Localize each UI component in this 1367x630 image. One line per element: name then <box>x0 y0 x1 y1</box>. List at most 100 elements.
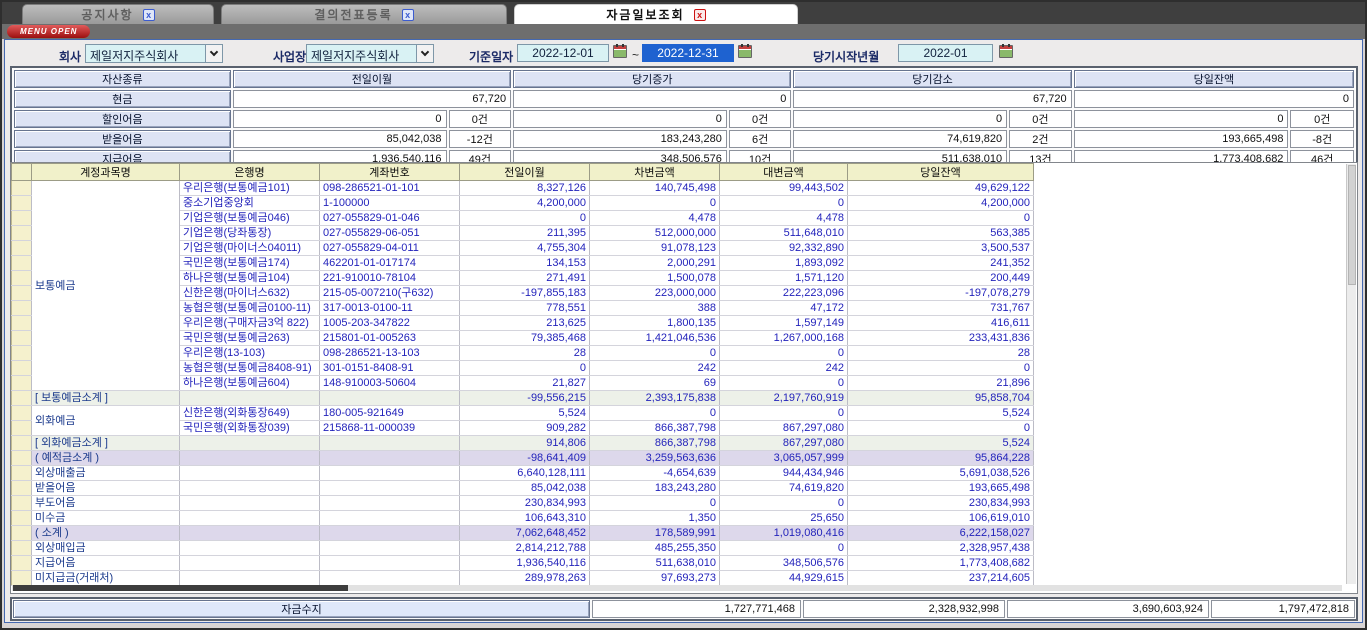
amount-cell[interactable]: 512,000,000 <box>590 226 720 241</box>
amount-cell[interactable]: -99,556,215 <box>460 391 590 406</box>
row-selector[interactable] <box>12 226 32 241</box>
close-icon[interactable]: x <box>402 9 414 21</box>
amount-cell[interactable]: 2,000,291 <box>590 256 720 271</box>
amount-cell[interactable]: -197,855,183 <box>460 286 590 301</box>
grid-row[interactable]: 받을어음85,042,038183,243,28074,619,820193,6… <box>12 481 1034 496</box>
amount-cell[interactable]: 0 <box>590 496 720 511</box>
amount-cell[interactable]: 909,282 <box>460 421 590 436</box>
amount-cell[interactable]: 416,611 <box>848 316 1034 331</box>
row-selector[interactable] <box>12 481 32 496</box>
row-selector[interactable] <box>12 241 32 256</box>
account-number[interactable]: 462201-01-017174 <box>320 256 460 271</box>
grid-row[interactable]: 외상매입금2,814,212,788485,255,35002,328,957,… <box>12 541 1034 556</box>
amount-cell[interactable]: 0 <box>590 196 720 211</box>
bank-name[interactable]: 기업은행(마이너스04011) <box>180 241 320 256</box>
grid-row[interactable]: 외화예금신한은행(외화통장649)180-005-9216495,524005,… <box>12 406 1034 421</box>
amount-cell[interactable]: 0 <box>590 346 720 361</box>
amount-cell[interactable]: 79,385,468 <box>460 331 590 346</box>
bank-name[interactable]: 중소기업중앙회 <box>180 196 320 211</box>
amount-cell[interactable]: 106,643,310 <box>460 511 590 526</box>
grid-row[interactable]: ( 예적금소계 )-98,641,4093,259,563,6363,065,0… <box>12 451 1034 466</box>
amount-cell[interactable]: 0 <box>590 406 720 421</box>
base-date-from-input[interactable]: 2022-12-01 <box>517 44 609 62</box>
bank-name[interactable]: 농협은행(보통예금8408-91) <box>180 361 320 376</box>
account-number[interactable]: 215868-11-000039 <box>320 421 460 436</box>
amount-cell[interactable]: 511,638,010 <box>590 556 720 571</box>
account-number[interactable]: 221-910010-78104 <box>320 271 460 286</box>
row-selector[interactable] <box>12 361 32 376</box>
amount-cell[interactable]: 241,352 <box>848 256 1034 271</box>
bank-name[interactable]: 하나은행(보통예금604) <box>180 376 320 391</box>
account-number[interactable]: 148-910003-50604 <box>320 376 460 391</box>
account-number[interactable]: 301-0151-8408-91 <box>320 361 460 376</box>
amount-cell[interactable]: 0 <box>460 361 590 376</box>
amount-cell[interactable]: 0 <box>848 211 1034 226</box>
amount-cell[interactable]: 6,222,158,027 <box>848 526 1034 541</box>
amount-cell[interactable]: 85,042,038 <box>460 481 590 496</box>
amount-cell[interactable]: 3,500,537 <box>848 241 1034 256</box>
amount-cell[interactable]: 25,650 <box>720 511 848 526</box>
site-select[interactable]: 제일저지주식회사 <box>306 44 434 63</box>
row-selector[interactable] <box>12 316 32 331</box>
amount-cell[interactable]: 4,478 <box>590 211 720 226</box>
grid-row[interactable]: ( 소계 )7,062,648,452178,589,9911,019,080,… <box>12 526 1034 541</box>
row-selector[interactable] <box>12 436 32 451</box>
bank-name[interactable]: 우리은행(보통예금101) <box>180 181 320 196</box>
amount-cell[interactable]: 3,259,563,636 <box>590 451 720 466</box>
amount-cell[interactable]: 134,153 <box>460 256 590 271</box>
amount-cell[interactable]: 49,629,122 <box>848 181 1034 196</box>
amount-cell[interactable]: 1,019,080,416 <box>720 526 848 541</box>
amount-cell[interactable]: 223,000,000 <box>590 286 720 301</box>
amount-cell[interactable]: 140,745,498 <box>590 181 720 196</box>
account-number[interactable]: 027-055829-06-051 <box>320 226 460 241</box>
amount-cell[interactable]: 4,755,304 <box>460 241 590 256</box>
amount-cell[interactable]: 7,062,648,452 <box>460 526 590 541</box>
amount-cell[interactable]: 0 <box>720 346 848 361</box>
grid-row[interactable]: [ 외화예금소계 ]914,806866,387,798867,297,0805… <box>12 436 1034 451</box>
amount-cell[interactable]: 8,327,126 <box>460 181 590 196</box>
amount-cell[interactable]: 0 <box>720 496 848 511</box>
bank-name[interactable]: 신한은행(마이너스632) <box>180 286 320 301</box>
amount-cell[interactable]: 348,506,576 <box>720 556 848 571</box>
amount-cell[interactable]: 1,936,540,116 <box>460 556 590 571</box>
row-selector[interactable] <box>12 331 32 346</box>
amount-cell[interactable]: 5,524 <box>848 436 1034 451</box>
amount-cell[interactable]: 91,078,123 <box>590 241 720 256</box>
amount-cell[interactable]: 21,827 <box>460 376 590 391</box>
amount-cell[interactable]: 242 <box>590 361 720 376</box>
amount-cell[interactable]: 1,421,046,536 <box>590 331 720 346</box>
base-date-to-input[interactable]: 2022-12-31 <box>642 44 734 62</box>
amount-cell[interactable]: 237,214,605 <box>848 571 1034 586</box>
amount-cell[interactable]: 0 <box>720 376 848 391</box>
tab-active[interactable]: 자금일보조회x <box>514 4 798 24</box>
horizontal-scrollbar[interactable] <box>12 585 1342 591</box>
amount-cell[interactable]: 28 <box>460 346 590 361</box>
amount-cell[interactable]: 222,223,096 <box>720 286 848 301</box>
amount-cell[interactable]: 4,200,000 <box>848 196 1034 211</box>
amount-cell[interactable]: 5,524 <box>848 406 1034 421</box>
amount-cell[interactable]: 2,814,212,788 <box>460 541 590 556</box>
amount-cell[interactable]: 2,393,175,838 <box>590 391 720 406</box>
amount-cell[interactable]: 47,172 <box>720 301 848 316</box>
amount-cell[interactable]: 99,443,502 <box>720 181 848 196</box>
grid-row[interactable]: 지급어음1,936,540,116511,638,010348,506,5761… <box>12 556 1034 571</box>
amount-cell[interactable]: 0 <box>848 421 1034 436</box>
row-selector[interactable] <box>12 511 32 526</box>
row-selector[interactable] <box>12 406 32 421</box>
amount-cell[interactable]: 944,434,946 <box>720 466 848 481</box>
amount-cell[interactable]: 200,449 <box>848 271 1034 286</box>
grid-row[interactable]: 미지급금(거래처)289,978,26397,693,27344,929,615… <box>12 571 1034 586</box>
amount-cell[interactable]: 106,619,010 <box>848 511 1034 526</box>
grid-row[interactable]: 미수금106,643,3101,35025,650106,619,010 <box>12 511 1034 526</box>
tab-item[interactable]: 결의전표등록x <box>221 4 507 24</box>
tab-item[interactable]: 공지사항x <box>22 4 214 24</box>
amount-cell[interactable]: 213,625 <box>460 316 590 331</box>
row-selector[interactable] <box>12 571 32 586</box>
amount-cell[interactable]: 178,589,991 <box>590 526 720 541</box>
bank-name[interactable]: 농협은행(보통예금0100-11) <box>180 301 320 316</box>
row-selector[interactable] <box>12 496 32 511</box>
amount-cell[interactable]: 1,267,000,168 <box>720 331 848 346</box>
calendar-icon[interactable] <box>999 45 1014 60</box>
account-number[interactable]: 098-286521-01-101 <box>320 181 460 196</box>
account-number[interactable]: 215801-01-005263 <box>320 331 460 346</box>
